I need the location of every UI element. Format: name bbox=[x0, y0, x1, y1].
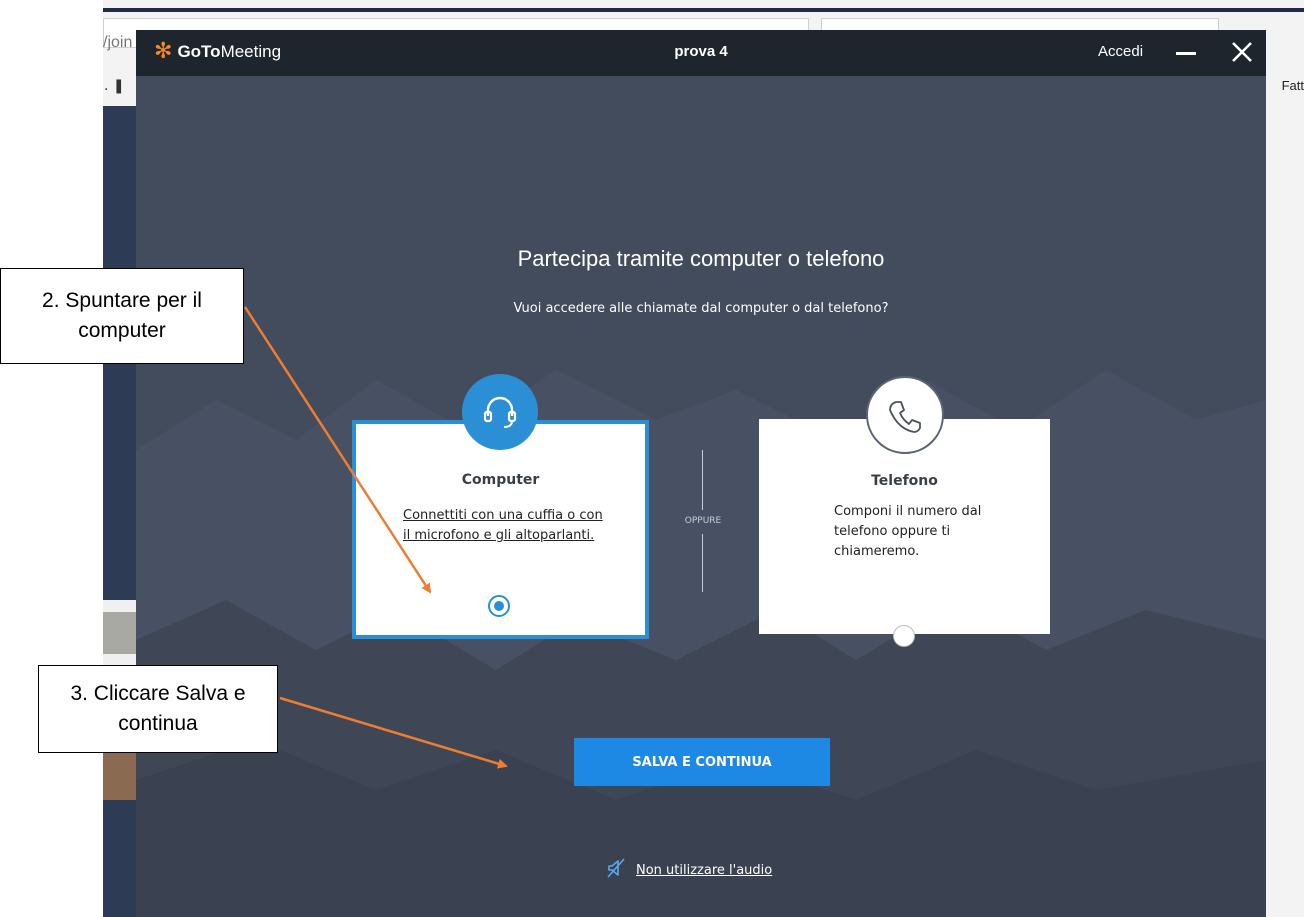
option-title: Telefono bbox=[871, 473, 938, 489]
bookmark-item[interactable]: Fatt bbox=[1282, 78, 1304, 93]
mountain-background bbox=[136, 370, 1266, 917]
browser-top-border bbox=[103, 8, 1304, 12]
no-audio-link[interactable]: Non utilizzare l'audio bbox=[606, 858, 772, 882]
address-bar-text: /join bbox=[103, 34, 133, 51]
speaker-muted-icon bbox=[606, 858, 626, 882]
option-card-computer[interactable]: Computer Connettiti con una cuffia o con… bbox=[352, 374, 649, 639]
headset-icon bbox=[462, 374, 538, 450]
page-background-right bbox=[1266, 106, 1304, 917]
option-title: Computer bbox=[461, 472, 540, 488]
gotomeeting-window: ✻ GoTo Meeting prova 4 Accedi Partecipa t… bbox=[136, 30, 1266, 917]
divider-label: OPPURE bbox=[684, 516, 722, 526]
radio-computer[interactable] bbox=[488, 595, 510, 617]
annotation-callout-step-2: 2. Spuntare per il computer bbox=[0, 268, 244, 364]
option-card-phone[interactable]: Telefono Componi il numero dal telefono … bbox=[759, 376, 1050, 647]
signin-link[interactable]: Accedi bbox=[1098, 43, 1143, 60]
minimize-icon[interactable] bbox=[1176, 52, 1196, 55]
save-continue-button[interactable]: SALVA E CONTINUA bbox=[574, 738, 830, 786]
option-description-link[interactable]: Connettiti con una cuffia o con il micro… bbox=[403, 506, 603, 546]
page-subtitle: Vuoi accedere alle chiamate dal computer… bbox=[513, 301, 889, 316]
divider-line bbox=[702, 534, 703, 592]
window-title: prova 4 bbox=[674, 43, 728, 60]
title-bar: ✻ GoTo Meeting prova 4 Accedi bbox=[136, 30, 1266, 76]
radio-phone[interactable] bbox=[893, 625, 915, 647]
phone-icon bbox=[866, 376, 944, 454]
no-audio-label: Non utilizzare l'audio bbox=[636, 862, 773, 878]
close-icon[interactable] bbox=[1230, 40, 1254, 64]
thumbnail-image bbox=[103, 612, 137, 654]
option-description: Componi il numero dal telefono oppure ti… bbox=[834, 504, 982, 559]
bookmarks-bar-icon: . ❚ bbox=[104, 78, 125, 94]
annotation-callout-step-3: 3. Cliccare Salva e continua bbox=[38, 665, 278, 753]
divider-line bbox=[702, 450, 703, 510]
page-title: Partecipa tramite computer o telefono bbox=[517, 246, 885, 271]
